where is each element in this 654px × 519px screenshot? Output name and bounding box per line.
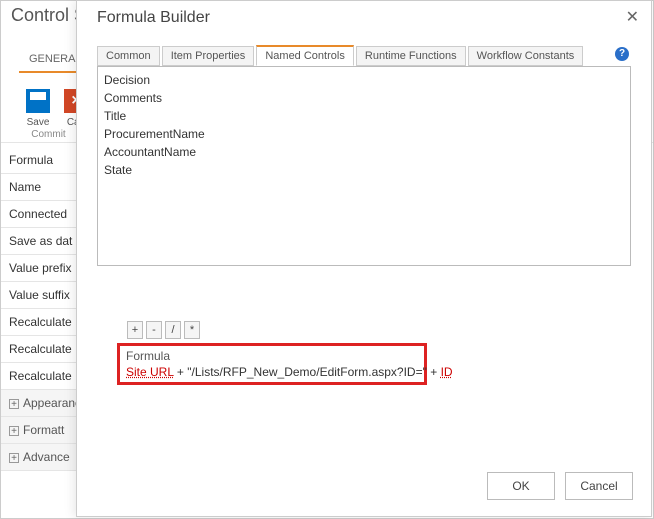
list-item[interactable]: Decision	[104, 71, 624, 89]
ok-button[interactable]: OK	[487, 472, 555, 500]
expand-icon: +	[9, 426, 19, 436]
list-item[interactable]: State	[104, 161, 624, 179]
op-plus[interactable]: +	[127, 321, 143, 339]
list-item[interactable]: AccountantName	[104, 143, 624, 161]
tab-runtime-functions[interactable]: Runtime Functions	[356, 46, 466, 66]
list-item[interactable]: Comments	[104, 89, 624, 107]
save-button[interactable]: Save	[23, 87, 53, 128]
dialog-buttons: OK Cancel	[487, 472, 633, 500]
save-icon	[23, 87, 53, 115]
cancel-button[interactable]: Cancel	[565, 472, 633, 500]
tab-item-properties[interactable]: Item Properties	[162, 46, 255, 66]
list-item[interactable]: ProcurementName	[104, 125, 624, 143]
formula-content[interactable]: Site URL + "/Lists/RFP_New_Demo/EditForm…	[126, 365, 418, 379]
expand-icon: +	[9, 399, 19, 409]
formula-literal: "/Lists/RFP_New_Demo/EditForm.aspx?ID="	[187, 365, 427, 379]
help-icon[interactable]: ?	[615, 47, 629, 61]
token-id[interactable]: ID	[441, 365, 453, 379]
operator-buttons: + - / *	[127, 321, 200, 339]
formula-tabs: Common Item Properties Named Controls Ru…	[97, 45, 631, 67]
tab-common[interactable]: Common	[97, 46, 160, 66]
formula-builder-dialog: Formula Builder ✕ Common Item Properties…	[76, 0, 652, 517]
tab-workflow-constants[interactable]: Workflow Constants	[468, 46, 584, 66]
op-mul[interactable]: *	[184, 321, 200, 339]
dialog-title: Formula Builder	[97, 9, 210, 27]
op-div[interactable]: /	[165, 321, 181, 339]
tab-named-controls[interactable]: Named Controls	[256, 45, 353, 66]
expand-icon: +	[9, 453, 19, 463]
list-item[interactable]: Title	[104, 107, 624, 125]
token-site-url[interactable]: Site URL	[126, 365, 174, 379]
close-icon[interactable]: ✕	[626, 7, 639, 27]
op-minus[interactable]: -	[146, 321, 162, 339]
formula-label: Formula	[126, 349, 418, 363]
named-controls-list[interactable]: Decision Comments Title ProcurementName …	[97, 66, 631, 266]
formula-editor[interactable]: Formula Site URL + "/Lists/RFP_New_Demo/…	[117, 343, 427, 385]
